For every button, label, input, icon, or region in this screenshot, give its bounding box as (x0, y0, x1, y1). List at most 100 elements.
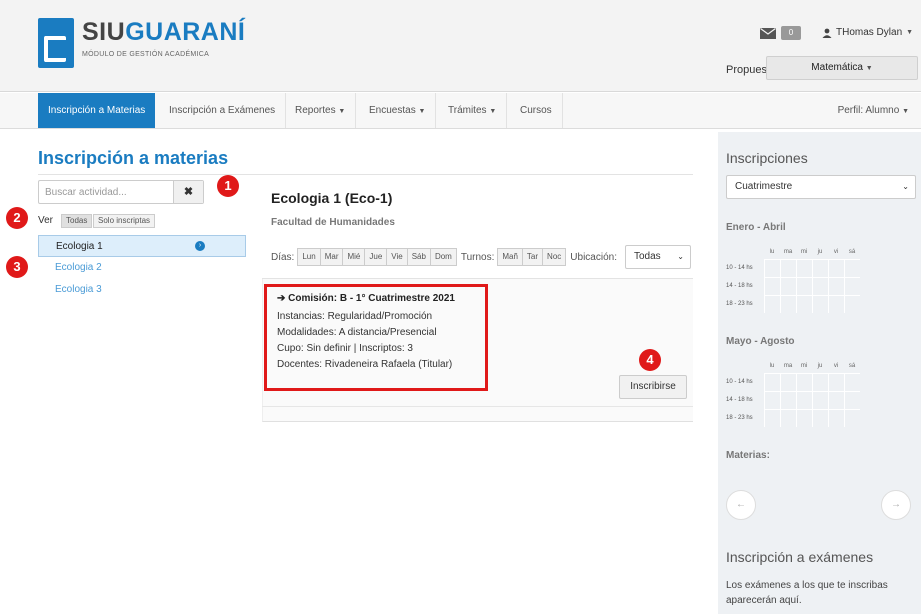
commission-cupo: Cupo: Sin definir | Inscriptos: 3 (277, 343, 413, 354)
user-icon (822, 28, 832, 38)
day-header: ma (783, 363, 793, 369)
step-marker-3: 3 (6, 256, 28, 278)
prev-arrow-button[interactable]: ← (726, 490, 756, 520)
nav-label: Inscripción a Exámenes (169, 105, 276, 116)
nav-inscripcion-materias[interactable]: Inscripción a Materias (38, 93, 156, 128)
day-header: mi (800, 249, 808, 255)
day-header: lu (769, 363, 775, 369)
step-marker-2: 2 (6, 207, 28, 229)
day-filter-vie[interactable]: Vie (386, 248, 408, 266)
periodo-select[interactable]: Cuatrimestre ⌄ (726, 175, 916, 199)
propuesta-value: Matemática (811, 62, 863, 73)
nav-encuestas[interactable]: Encuestas ▼ (359, 93, 437, 128)
nav-label: Trámites (448, 105, 487, 116)
nav-inscripcion-examenes[interactable]: Inscripción a Exámenes (159, 93, 287, 128)
page-title: Inscripción a materias (38, 148, 229, 168)
day-header: ju (817, 249, 823, 255)
chevron-right-icon: › (195, 241, 205, 251)
turno-filter-manana[interactable]: Mañ (497, 248, 523, 266)
materias-label: Materias: (726, 450, 770, 461)
user-name: THomas Dylan (836, 27, 903, 38)
day-filter-dom[interactable]: Dom (429, 248, 457, 266)
day-filter-mar[interactable]: Mar (319, 248, 344, 266)
time-slot: 14 - 18 hs (726, 397, 753, 403)
schedule-grid-sem1: lu ma mi ju vi sá 10 - 14 hs 14 - 18 hs … (726, 245, 894, 313)
materia-title: Ecologia 1 (Eco-1) (271, 190, 393, 206)
time-slot: 14 - 18 hs (726, 283, 753, 289)
logo-mark-icon (38, 18, 74, 68)
facultad-label: Facultad de Humanidades (271, 217, 395, 228)
day-filter-jue[interactable]: Jue (364, 248, 388, 266)
nav-reportes[interactable]: Reportes ▼ (285, 93, 357, 128)
day-header: lu (769, 249, 775, 255)
commission-docentes: Docentes: Rivadeneira Rafaela (Titular) (277, 359, 453, 370)
time-slot: 10 - 14 hs (726, 379, 753, 385)
day-header: sá (848, 363, 856, 369)
activity-item-ecologia-2[interactable]: Ecologia 2 (38, 257, 246, 279)
app-header: SIUGUARANÍ MÓDULO DE GESTIÓN ACADÉMICA 0… (0, 0, 921, 92)
step-marker-1: 1 (217, 175, 239, 197)
turno-filter-tarde[interactable]: Tar (521, 248, 544, 266)
next-arrow-button[interactable]: → (881, 490, 911, 520)
chevron-down-icon: ⌄ (677, 252, 684, 261)
search-input[interactable] (39, 181, 174, 203)
nav-cursos[interactable]: Cursos (510, 93, 563, 128)
semester-1-heading: Enero - Abril (726, 222, 786, 233)
step-marker-4: 4 (639, 349, 661, 371)
siu-guarani-logo[interactable]: SIUGUARANÍ MÓDULO DE GESTIÓN ACADÉMICA (38, 18, 245, 68)
examenes-heading: Inscripción a exámenes (726, 549, 874, 565)
activity-item-ecologia-1[interactable]: Ecologia 1 › (38, 235, 246, 257)
logo-subtitle: MÓDULO DE GESTIÓN ACADÉMICA (82, 51, 210, 58)
filter-todas-button[interactable]: Todas (61, 214, 93, 228)
propuesta-select[interactable]: Matemática ▼ (766, 56, 918, 80)
day-header: sá (848, 249, 856, 255)
inscribirse-button[interactable]: Inscribirse (619, 375, 687, 399)
periodo-value: Cuatrimestre (735, 181, 793, 192)
divider (262, 406, 693, 407)
schedule-grid-sem2: lu ma mi ju vi sá 10 - 14 hs 14 - 18 hs … (726, 359, 894, 427)
envelope-icon[interactable] (760, 28, 776, 39)
logo-title: SIUGUARANÍ (82, 18, 245, 47)
activity-label: Ecologia 1 (56, 241, 103, 252)
logo-guarani-text: GUARANÍ (125, 18, 246, 46)
nav-tramites[interactable]: Trámites ▼ (438, 93, 508, 128)
main-navbar: Inscripción a Materias Inscripción a Exá… (0, 93, 921, 129)
user-menu[interactable]: THomas Dylan ▼ (822, 27, 913, 38)
ver-label: Ver (38, 215, 54, 226)
examenes-empty-text: Los exámenes a los que te inscribas apar… (726, 580, 888, 606)
ubicacion-label: Ubicación: (570, 251, 617, 263)
commission-instancias: Instancias: Regularidad/Promoción (277, 311, 433, 322)
perfil-menu[interactable]: Perfil: Alumno ▼ (838, 93, 909, 128)
day-filter-lun[interactable]: Lun (297, 248, 321, 266)
nav-label: Cursos (520, 105, 552, 116)
semester-2-heading: Mayo - Agosto (726, 336, 795, 347)
day-header: vi (833, 249, 839, 255)
turnos-label: Turnos: (460, 251, 495, 263)
commission-filters: Días: Lun Mar Mié Jue Vie Sáb Dom Turnos… (271, 245, 691, 269)
activity-item-ecologia-3[interactable]: Ecologia 3 (38, 279, 246, 301)
chevron-down-icon: ▼ (489, 108, 497, 115)
ubicacion-select[interactable]: Todas ⌄ (624, 245, 691, 269)
day-header: ju (817, 363, 823, 369)
inscripciones-heading: Inscripciones (726, 150, 808, 166)
day-filter-sab[interactable]: Sáb (406, 248, 431, 266)
day-header: ma (783, 249, 793, 255)
chevron-down-icon: ⌄ (902, 182, 909, 191)
filter-solo-inscriptas-button[interactable]: Solo inscriptas (93, 214, 156, 228)
chevron-down-icon: ▼ (338, 108, 346, 115)
ubicacion-value: Todas (633, 251, 661, 262)
time-slot: 10 - 14 hs (726, 265, 753, 271)
logo-siu-text: SIU (82, 18, 126, 46)
turno-filter-noche[interactable]: Noc (542, 248, 567, 266)
search-box: ✖ (38, 180, 204, 204)
chevron-down-icon: ▼ (902, 108, 909, 115)
time-slot: 18 - 23 hs (726, 415, 753, 421)
chevron-down-icon: ▼ (418, 108, 426, 115)
commission-title: ➔ Comisión: B - 1° Cuatrimestre 2021 (277, 293, 455, 304)
mail-count-badge[interactable]: 0 (781, 26, 801, 40)
dias-label: Días: (271, 251, 295, 263)
day-filter-mie[interactable]: Mié (342, 248, 366, 266)
nav-label: Inscripción a Materias (48, 105, 146, 116)
chevron-down-icon: ▼ (906, 29, 914, 36)
clear-search-button[interactable]: ✖ (173, 181, 203, 203)
